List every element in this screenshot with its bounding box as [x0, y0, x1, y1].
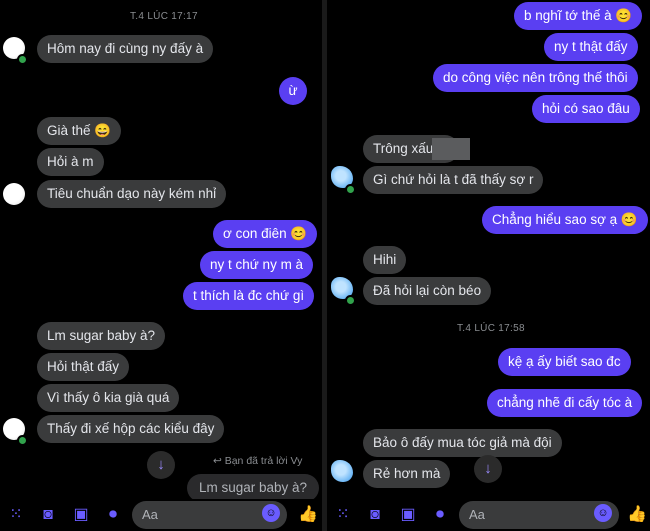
message-outgoing[interactable]: hỏi có sao đâu — [532, 95, 640, 123]
microphone-icon[interactable]: ⏺ — [103, 505, 123, 525]
message-incoming[interactable]: Gì chứ hỏi là t đã thấy sợ r — [363, 166, 544, 194]
timestamp: T.4 LÚC 17:17 — [130, 11, 198, 22]
message-incoming[interactable]: Hôm nay đi cùng ny đấy à — [37, 35, 214, 63]
message-incoming[interactable]: Rẻ hơn mà — [363, 460, 451, 488]
message-incoming[interactable]: Hỏi thật đấy — [37, 353, 130, 381]
message-incoming[interactable]: Đã hỏi lại còn béo — [363, 277, 492, 305]
emoji-icon[interactable]: ☺ — [262, 504, 280, 522]
online-indicator — [345, 295, 356, 306]
arrow-down-icon[interactable]: ↓ — [147, 451, 175, 479]
microphone-icon[interactable]: ⏺ — [430, 505, 450, 525]
online-indicator — [17, 54, 28, 65]
camera-icon[interactable]: ◙ — [38, 505, 58, 525]
message-outgoing[interactable]: ny t thật đấy — [544, 33, 638, 61]
timestamp: T.4 LÚC 17:58 — [457, 323, 525, 334]
message-incoming[interactable]: Bảo ô đấy mua tóc giả mà đội — [363, 429, 562, 457]
message-outgoing[interactable]: chẳng nhẽ đi cấy tóc à — [487, 389, 643, 417]
online-indicator — [345, 184, 356, 195]
left-chat-panel: T.4 LÚC 17:17 Hôm nay đi cùng ny đấy à ừ… — [0, 0, 322, 531]
thumbs-up-icon[interactable]: 👍 — [298, 505, 318, 525]
message-incoming[interactable]: Lm sugar baby à? — [37, 322, 166, 350]
message-incoming[interactable]: Hỏi à m — [37, 148, 104, 176]
message-incoming[interactable]: Vì thấy ô kia già quá — [37, 384, 180, 412]
message-outgoing[interactable]: ny t chứ ny m à — [200, 251, 314, 279]
quoted-message[interactable]: Lm sugar baby à? — [187, 474, 320, 502]
thumbs-up-icon[interactable]: 👍 — [627, 505, 647, 525]
message-incoming[interactable]: Già thế 😄 — [37, 117, 122, 145]
grid-dots-icon[interactable]: ⁙ — [333, 505, 353, 525]
message-outgoing[interactable]: ừ — [279, 77, 307, 105]
message-outgoing[interactable]: t thích là đc chứ gì — [183, 282, 315, 310]
emoji-icon[interactable]: ☺ — [594, 504, 612, 522]
message-incoming[interactable]: Thấy đi xế hộp các kiểu đây — [37, 415, 225, 443]
online-indicator — [17, 435, 28, 446]
grid-dots-icon[interactable]: ⁙ — [6, 505, 26, 525]
contact-avatar[interactable] — [331, 460, 353, 482]
message-outgoing[interactable]: Chẳng hiểu sao sợ ạ 😊 — [482, 206, 648, 234]
message-outgoing[interactable]: b nghĩ tớ thế à 😊 — [514, 2, 643, 30]
redaction-block — [432, 138, 470, 160]
arrow-down-icon[interactable]: ↓ — [474, 455, 502, 483]
message-outgoing[interactable]: kệ ạ ấy biết sao đc — [498, 348, 631, 376]
message-incoming[interactable]: Tiêu chuẩn dạo này kém nhỉ — [37, 180, 227, 208]
message-outgoing[interactable]: ơ con điên 😊 — [213, 220, 318, 248]
image-icon[interactable]: ▣ — [398, 505, 418, 525]
message-outgoing[interactable]: do công việc nên trông thế thôi — [433, 64, 638, 92]
composer-bar: ⁙ ◙ ▣ ⏺ Aa ☺ 👍 — [327, 499, 650, 531]
contact-avatar[interactable] — [3, 183, 25, 205]
right-chat-panel: b nghĩ tớ thế à 😊 ny t thật đấy do công … — [327, 0, 650, 531]
reply-hint: ↩ Bạn đã trả lời Vy — [213, 455, 303, 467]
camera-icon[interactable]: ◙ — [365, 505, 385, 525]
image-icon[interactable]: ▣ — [71, 505, 91, 525]
message-incoming[interactable]: Hihi — [363, 246, 407, 274]
composer-bar: ⁙ ◙ ▣ ⏺ Aa ☺ 👍 — [0, 499, 322, 531]
